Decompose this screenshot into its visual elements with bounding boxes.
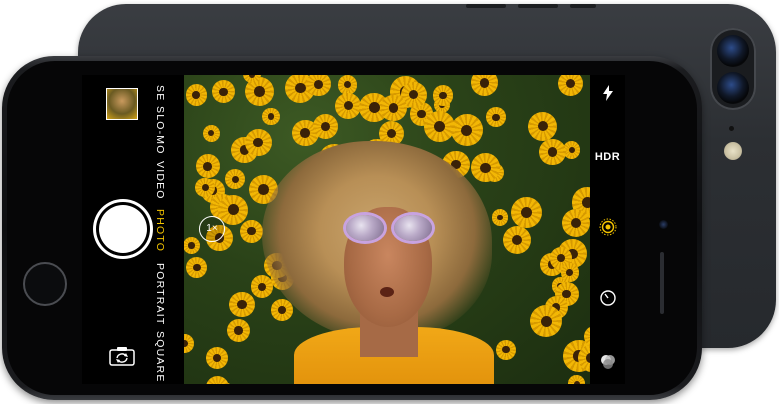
rear-microphone: [729, 126, 734, 131]
shutter-button[interactable]: [99, 205, 147, 253]
flower: [539, 138, 566, 166]
hdr-button[interactable]: HDR: [590, 151, 625, 163]
front-camera: [659, 220, 668, 229]
mode-video[interactable]: VIDEO: [154, 161, 166, 200]
true-tone-flash: [724, 142, 742, 160]
flower: [184, 236, 201, 255]
filters-circles-icon[interactable]: [590, 353, 625, 376]
flower: [205, 376, 229, 384]
flower: [450, 114, 483, 147]
timer-icon[interactable]: [590, 289, 625, 312]
flower: [312, 114, 338, 139]
flower: [202, 124, 221, 142]
flower: [568, 375, 586, 384]
flower: [502, 225, 531, 254]
volume-button: [518, 4, 558, 8]
flower: [380, 94, 407, 122]
wide-lens: [717, 35, 749, 67]
flower: [239, 219, 264, 243]
lightning-bolt-icon[interactable]: [590, 85, 625, 106]
flower: [495, 339, 517, 360]
flower: [184, 334, 194, 353]
live-photo-rings-icon[interactable]: [590, 218, 625, 241]
earpiece-speaker: [660, 252, 664, 314]
volume-button: [466, 4, 506, 8]
flower: [562, 208, 590, 238]
flower: [560, 263, 580, 282]
viewfinder[interactable]: 1×: [184, 75, 590, 384]
flower: [195, 154, 220, 179]
flower: [229, 291, 255, 318]
flower: [226, 318, 251, 343]
flower: [186, 257, 208, 278]
flower: [306, 75, 331, 97]
telephoto-lens: [717, 72, 749, 104]
flower: [471, 153, 500, 183]
flower: [511, 196, 543, 228]
flower: [557, 75, 583, 97]
dual-camera-module: [710, 28, 756, 110]
mode-selfie[interactable]: SE: [154, 85, 166, 101]
flower: [211, 80, 236, 104]
flower: [262, 107, 280, 126]
flower: [491, 209, 508, 226]
mode-square[interactable]: SQUARE: [154, 331, 166, 383]
camera-app-screen: 1× SE SLO-MO VIDEO PHOTO PORTRAIT SQUARE…: [82, 75, 625, 384]
flower: [528, 111, 558, 141]
mode-portrait[interactable]: PORTRAIT: [154, 263, 166, 326]
flower: [206, 346, 229, 369]
flower: [185, 84, 207, 106]
flower: [432, 85, 454, 107]
flower: [424, 110, 456, 143]
mode-slo-mo[interactable]: SLO-MO: [154, 106, 166, 155]
flower: [225, 169, 246, 190]
photo-thumbnail[interactable]: [106, 88, 138, 120]
mute-switch: [570, 4, 596, 8]
home-button[interactable]: [23, 262, 67, 306]
camera-options-bar: HDR: [590, 75, 625, 384]
camera-switch-icon[interactable]: [109, 346, 135, 366]
mode-photo[interactable]: PHOTO: [154, 209, 166, 252]
flower: [218, 194, 249, 225]
subject-mouth: [380, 287, 394, 297]
flower: [471, 75, 498, 97]
camera-controls-bar: SE SLO-MO VIDEO PHOTO PORTRAIT SQUARE: [82, 75, 184, 384]
flower: [486, 107, 506, 127]
flower: [530, 305, 563, 338]
flower: [337, 75, 358, 95]
flower: [244, 129, 272, 156]
sunglasses: [346, 215, 432, 241]
zoom-toggle-button[interactable]: 1×: [199, 216, 225, 242]
flower: [335, 92, 362, 119]
